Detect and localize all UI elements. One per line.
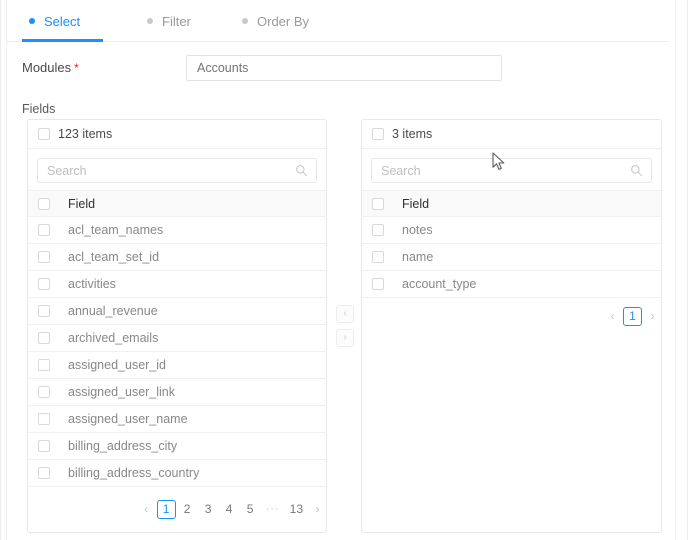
left-search-wrap <box>28 149 326 190</box>
header-checkbox-left[interactable] <box>38 197 50 210</box>
pagination-page-5-left[interactable]: 5 <box>241 500 260 519</box>
list-item-label: activities <box>68 277 116 291</box>
list-item-label: billing_address_city <box>68 439 178 453</box>
list-item[interactable]: notes <box>362 217 661 244</box>
pagination-page-4-left[interactable]: 4 <box>220 500 239 519</box>
selected-fields-panel: 3 items Field notes name account_type <box>361 119 662 533</box>
row-checkbox[interactable] <box>372 251 384 263</box>
row-checkbox[interactable] <box>38 467 50 479</box>
list-item-label: assigned_user_name <box>68 412 188 426</box>
active-tab-underline <box>22 39 103 42</box>
list-item[interactable]: billing_address_city <box>28 433 326 460</box>
row-checkbox[interactable] <box>38 251 50 263</box>
step-tabs: Select Filter Order By <box>7 0 669 42</box>
pagination-next-right[interactable]: › <box>644 307 661 326</box>
list-item-label: annual_revenue <box>68 304 158 318</box>
left-field-list: Field acl_team_names acl_team_set_id act… <box>28 190 326 487</box>
list-item[interactable]: account_type <box>362 271 661 298</box>
pagination-ellipsis-left[interactable]: ··· <box>262 500 284 519</box>
modules-input[interactable] <box>186 55 502 81</box>
row-checkbox[interactable] <box>38 332 50 344</box>
modules-label-text: Modules <box>22 60 72 75</box>
modules-label: Modules * <box>22 60 79 75</box>
list-item-label: billing_address_country <box>68 466 200 480</box>
left-column-header-label: Field <box>68 196 96 211</box>
pagination-page-3-left[interactable]: 3 <box>199 500 218 519</box>
pagination-next-left[interactable]: › <box>309 500 326 519</box>
tab-order-by[interactable]: Order By <box>242 10 309 32</box>
required-asterisk: * <box>74 61 79 75</box>
select-all-checkbox-left[interactable] <box>38 128 50 140</box>
transfer-controls: ‹ › <box>336 305 354 347</box>
list-item-label: archived_emails <box>68 331 159 345</box>
list-item[interactable]: acl_team_names <box>28 217 326 244</box>
row-checkbox[interactable] <box>372 224 384 236</box>
list-item-label: name <box>402 250 434 264</box>
left-items-count: 123 items <box>58 127 113 141</box>
list-item[interactable]: billing_address_country <box>28 460 326 487</box>
list-item[interactable]: name <box>362 244 661 271</box>
move-to-right-button[interactable]: › <box>336 329 354 347</box>
search-input-left[interactable] <box>37 158 317 183</box>
bullet-dot-icon <box>147 18 153 24</box>
list-item[interactable]: acl_team_set_id <box>28 244 326 271</box>
header-checkbox-right[interactable] <box>372 197 384 210</box>
list-item-label: assigned_user_link <box>68 385 176 399</box>
right-search-wrap <box>362 149 661 190</box>
list-item[interactable]: archived_emails <box>28 325 326 352</box>
pagination-page-1-right[interactable]: 1 <box>623 306 642 326</box>
bullet-dot-icon <box>242 18 248 24</box>
list-item[interactable]: activities <box>28 271 326 298</box>
available-fields-panel: 123 items Field acl_team_names acl_team_… <box>27 119 327 533</box>
pagination-page-2-left[interactable]: 2 <box>178 500 197 519</box>
list-item[interactable]: assigned_user_id <box>28 352 326 379</box>
bullet-dot-icon <box>29 18 35 24</box>
tab-filter[interactable]: Filter <box>147 10 191 32</box>
list-item-label: acl_team_names <box>68 223 164 237</box>
pagination-prev-left[interactable]: ‹ <box>138 500 155 519</box>
list-item-label: notes <box>402 223 433 237</box>
tab-order-by-label: Order By <box>257 13 310 29</box>
right-pagination: ‹ 1 › <box>362 301 670 331</box>
tab-filter-label: Filter <box>162 13 191 29</box>
list-item[interactable]: annual_revenue <box>28 298 326 325</box>
search-input-right[interactable] <box>371 158 652 183</box>
row-checkbox[interactable] <box>38 413 50 425</box>
row-checkbox[interactable] <box>38 359 50 371</box>
row-checkbox[interactable] <box>38 386 50 398</box>
row-checkbox[interactable] <box>38 305 50 317</box>
left-pagination: ‹ 1 2 3 4 5 ··· 13 › <box>28 494 335 524</box>
pagination-page-1-left[interactable]: 1 <box>156 499 176 519</box>
right-column-header-label: Field <box>402 196 430 211</box>
tab-select-label: Select <box>44 13 81 29</box>
row-checkbox[interactable] <box>38 440 50 452</box>
list-item[interactable]: assigned_user_link <box>28 379 326 406</box>
select-all-checkbox-right[interactable] <box>372 128 384 140</box>
right-panel-header: 3 items <box>362 120 661 149</box>
list-item-label: assigned_user_id <box>68 358 166 372</box>
row-checkbox[interactable] <box>38 278 50 290</box>
list-item-label: acl_team_set_id <box>68 250 160 264</box>
right-field-list: Field notes name account_type <box>362 190 661 298</box>
left-panel-header: 123 items <box>28 120 326 149</box>
right-items-count: 3 items <box>392 127 433 141</box>
row-checkbox[interactable] <box>372 278 384 290</box>
chevron-left-icon: ‹ <box>343 308 347 319</box>
list-item-label: account_type <box>402 277 477 291</box>
chevron-right-icon: › <box>343 332 347 343</box>
move-to-left-button[interactable]: ‹ <box>336 305 354 323</box>
pagination-last-page-left[interactable]: 13 <box>286 500 307 519</box>
fields-section-label: Fields <box>22 102 56 116</box>
row-checkbox[interactable] <box>38 224 50 236</box>
right-column-header-row[interactable]: Field <box>362 190 661 217</box>
list-item[interactable]: assigned_user_name <box>28 406 326 433</box>
tab-select[interactable]: Select <box>29 10 80 32</box>
left-column-header-row[interactable]: Field <box>28 190 326 217</box>
pagination-prev-right[interactable]: ‹ <box>604 307 621 326</box>
